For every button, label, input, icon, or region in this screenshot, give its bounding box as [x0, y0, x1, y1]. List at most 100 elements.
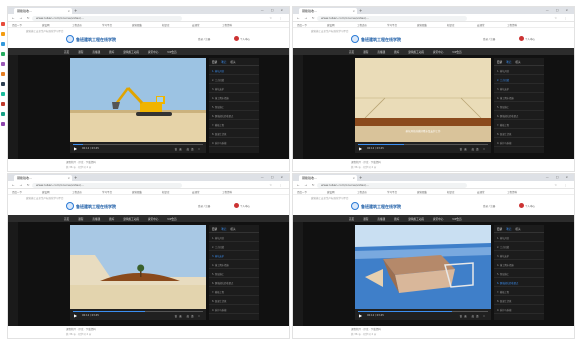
- playlist-item[interactable]: 3. 基坑支护: [209, 84, 259, 93]
- playlist-tab[interactable]: 目录: [212, 60, 217, 65]
- bookmark-item[interactable]: 工程造价: [72, 190, 82, 194]
- video-progress-bar[interactable]: [73, 310, 203, 312]
- playlist-item[interactable]: 7. 模板工程: [209, 120, 259, 129]
- nav-item[interactable]: 课程: [363, 217, 368, 221]
- nav-item[interactable]: VIP会员: [167, 217, 176, 221]
- bookmark-item[interactable]: 建设网: [42, 23, 50, 27]
- login-link[interactable]: 登录 / 注册: [198, 204, 210, 208]
- window-controls[interactable]: — □ ×: [546, 8, 571, 13]
- site-logo-icon[interactable]: [351, 35, 359, 43]
- video-settings[interactable]: 倍速 高清 ⛶: [175, 147, 202, 151]
- playlist-tab[interactable]: 笔记: [221, 60, 226, 65]
- user-center-link[interactable]: 个人中心: [240, 204, 250, 208]
- bookmark-item[interactable]: 建筑图集: [132, 23, 142, 27]
- app-icon[interactable]: [1, 82, 5, 86]
- url-input[interactable]: www.luban.com/course/video/…: [32, 15, 182, 21]
- url-input[interactable]: www.luban.com/course/video/…: [32, 182, 182, 188]
- bookmark-item[interactable]: 云课堂: [192, 190, 200, 194]
- playlist-item[interactable]: 1. 基坑开挖: [494, 66, 544, 75]
- play-icon[interactable]: ▶: [74, 146, 77, 151]
- bookmark-item[interactable]: 学习平台: [102, 23, 112, 27]
- bookmark-item[interactable]: 知识库: [447, 190, 455, 194]
- playlist-item[interactable]: 4. 施工降水措施: [209, 93, 259, 102]
- window-controls[interactable]: — □ ×: [261, 175, 286, 180]
- playlist-item[interactable]: 8. 混凝土浇筑: [209, 129, 259, 138]
- playlist-item[interactable]: 2. 土方回填: [494, 242, 544, 251]
- video-progress-bar[interactable]: [358, 143, 488, 145]
- playlist-item[interactable]: 4. 施工降水措施: [494, 260, 544, 269]
- nav-item[interactable]: VIP会员: [452, 217, 461, 221]
- course-links[interactable]: 课程简介 · 评论 · 下载资料: [351, 160, 381, 164]
- playlist-tab[interactable]: 目录: [497, 60, 502, 65]
- playlist-item[interactable]: 5. 垫层施工: [494, 102, 544, 111]
- url-input[interactable]: www.luban.com/course/video/…: [317, 182, 467, 188]
- nav-item[interactable]: 课程: [363, 50, 368, 54]
- playlist-item[interactable]: 2. 土方回填: [494, 75, 544, 84]
- playlist-tab[interactable]: 相关: [515, 227, 520, 232]
- nav-item[interactable]: 直播课: [377, 50, 385, 54]
- playlist-item[interactable]: 2. 土方回填: [209, 75, 259, 84]
- playlist-item[interactable]: 9. 养护与拆模: [494, 305, 544, 314]
- extensions-icon[interactable]: ☆ ⋮: [269, 183, 285, 187]
- playlist-item[interactable]: 8. 混凝土浇筑: [209, 296, 259, 305]
- bookmark-item[interactable]: 建筑图集: [417, 190, 427, 194]
- bookmark-item[interactable]: 知识库: [447, 23, 455, 27]
- nav-item[interactable]: 首页: [349, 50, 354, 54]
- nav-item[interactable]: 题库: [109, 50, 114, 54]
- bookmark-item[interactable]: 百度一下: [12, 23, 22, 27]
- video-player[interactable]: 基坑开挖前做好降水及支护工作 ▶ 00:12 / 03:45 倍速 高清 ⛶: [355, 58, 491, 153]
- user-avatar[interactable]: [519, 36, 524, 41]
- nav-item[interactable]: 首页: [64, 217, 69, 221]
- nav-item[interactable]: VIP会员: [452, 50, 461, 54]
- playlist-tab[interactable]: 相关: [515, 60, 520, 65]
- extensions-icon[interactable]: ☆ ⋮: [554, 16, 570, 20]
- bookmark-item[interactable]: 建设网: [327, 23, 335, 27]
- playlist-item[interactable]: 7. 模板工程: [494, 120, 544, 129]
- window-controls[interactable]: — □ ×: [546, 175, 571, 180]
- video-player[interactable]: 基坑开挖前做好降水及支护工作 ▶ 00:12 / 03:45 倍速 高清 ⛶: [70, 225, 206, 320]
- nav-item[interactable]: 题库: [394, 50, 399, 54]
- course-links[interactable]: 课程简介 · 评论 · 下载资料: [66, 327, 96, 331]
- playlist-item[interactable]: 7. 模板工程: [494, 287, 544, 296]
- login-link[interactable]: 登录 / 注册: [198, 37, 210, 41]
- app-icon[interactable]: [1, 112, 5, 116]
- playlist-item[interactable]: 1. 基坑开挖: [209, 66, 259, 75]
- playlist-item[interactable]: 6. 钢筋绑扎验收要点: [209, 111, 259, 120]
- nav-item[interactable]: 首页: [349, 217, 354, 221]
- playlist-item[interactable]: 5. 垫层施工: [209, 102, 259, 111]
- playlist-tab[interactable]: 相关: [230, 60, 235, 65]
- bookmark-item[interactable]: 知识库: [162, 23, 170, 27]
- app-icon[interactable]: [1, 42, 5, 46]
- course-links[interactable]: 课程简介 · 评论 · 下载资料: [351, 327, 381, 331]
- playlist-tab[interactable]: 笔记: [506, 60, 511, 65]
- bookmark-item[interactable]: 工程资料: [507, 23, 517, 27]
- playlist-item[interactable]: 4. 施工降水措施: [494, 93, 544, 102]
- site-name[interactable]: 鲁班建筑工程在线学院: [361, 204, 401, 210]
- nav-item[interactable]: 建筑施工动画: [123, 50, 139, 54]
- bookmark-item[interactable]: 工程资料: [507, 190, 517, 194]
- bookmark-item[interactable]: 云课堂: [477, 190, 485, 194]
- user-center-link[interactable]: 个人中心: [525, 204, 535, 208]
- nav-item[interactable]: 首页: [64, 50, 69, 54]
- app-icon[interactable]: [1, 22, 5, 26]
- playlist-tab[interactable]: 笔记: [506, 227, 511, 232]
- play-icon[interactable]: ▶: [359, 146, 362, 151]
- video-settings[interactable]: 倍速 高清 ⛶: [175, 314, 202, 318]
- bookmark-item[interactable]: 百度一下: [297, 23, 307, 27]
- playlist-item[interactable]: 3. 基坑支护: [209, 251, 259, 260]
- play-icon[interactable]: ▶: [359, 313, 362, 318]
- playlist-tab[interactable]: 目录: [212, 227, 217, 232]
- bookmark-item[interactable]: 学习平台: [102, 190, 112, 194]
- app-icon[interactable]: [1, 72, 5, 76]
- site-name[interactable]: 鲁班建筑工程在线学院: [76, 37, 116, 43]
- user-center-link[interactable]: 个人中心: [240, 37, 250, 41]
- bookmark-item[interactable]: 学习平台: [387, 190, 397, 194]
- bookmark-item[interactable]: 云课堂: [477, 23, 485, 27]
- video-player[interactable]: 基坑开挖前做好降水及支护工作 ▶ 00:12 / 03:45 倍速 高清 ⛶: [355, 225, 491, 320]
- bookmark-item[interactable]: 工程造价: [357, 23, 367, 27]
- app-icon[interactable]: [1, 52, 5, 56]
- app-icon[interactable]: [1, 92, 5, 96]
- bookmark-item[interactable]: 工程资料: [222, 23, 232, 27]
- app-icon[interactable]: [1, 62, 5, 66]
- playlist-tab[interactable]: 目录: [497, 227, 502, 232]
